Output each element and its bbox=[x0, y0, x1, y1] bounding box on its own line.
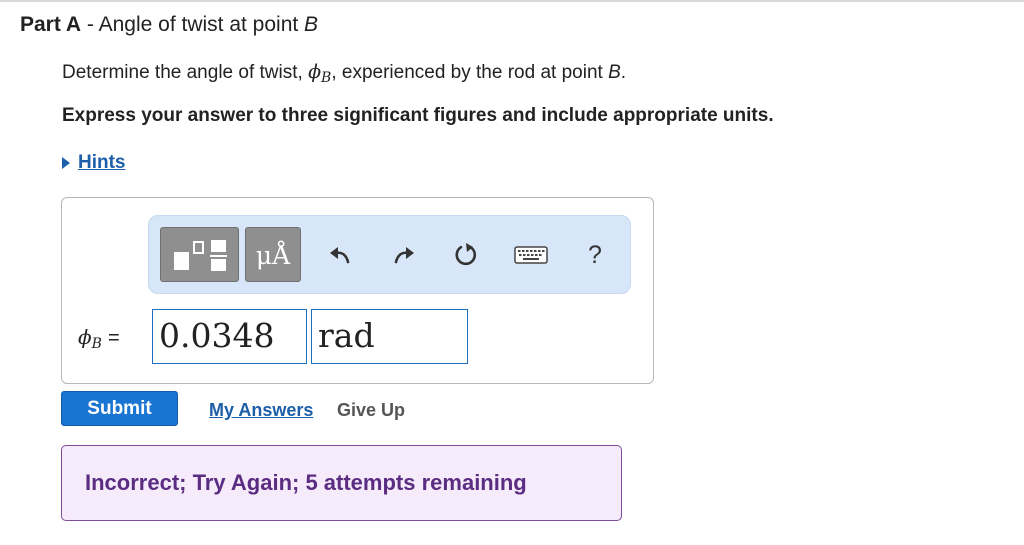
instruction-text: Express your answer to three significant… bbox=[62, 105, 774, 126]
caret-right-icon bbox=[62, 157, 70, 169]
templates-button[interactable] bbox=[160, 227, 239, 282]
reset-button[interactable] bbox=[449, 238, 483, 272]
undo-icon bbox=[330, 247, 350, 264]
question-end: . bbox=[620, 62, 627, 83]
math-toolbar: μÅ ? bbox=[148, 215, 631, 294]
units-button[interactable]: μÅ bbox=[245, 227, 301, 282]
undo-button[interactable] bbox=[323, 238, 357, 272]
templates-icon bbox=[174, 240, 227, 271]
part-separator: - bbox=[81, 13, 99, 36]
feedback-message: Incorrect; Try Again; 5 attempts remaini… bbox=[61, 445, 622, 521]
question-suffix: , experienced by the rod at point bbox=[331, 62, 609, 83]
help-button[interactable]: ? bbox=[580, 238, 610, 272]
hints-link[interactable]: Hints bbox=[78, 152, 126, 174]
help-icon: ? bbox=[588, 240, 602, 269]
answer-subscript: B bbox=[91, 336, 102, 352]
part-label: Part A bbox=[20, 13, 82, 36]
redo-icon bbox=[394, 247, 414, 264]
keyboard-button[interactable] bbox=[511, 238, 551, 272]
question-symbol: ϕ bbox=[308, 61, 322, 83]
answer-units-input[interactable]: rad bbox=[311, 309, 468, 364]
give-up-link[interactable]: Give Up bbox=[337, 400, 405, 421]
question-text: Determine the angle of twist, ϕB, experi… bbox=[62, 61, 627, 86]
question-subscript: B bbox=[321, 70, 332, 86]
redo-button[interactable] bbox=[387, 238, 421, 272]
my-answers-link[interactable]: My Answers bbox=[209, 400, 313, 421]
part-title-text: Angle of twist at point bbox=[98, 13, 305, 36]
answer-value-input[interactable]: 0.0348 bbox=[152, 309, 307, 364]
question-prefix: Determine the angle of twist, bbox=[62, 62, 309, 83]
top-divider bbox=[0, 0, 1024, 2]
hints-toggle[interactable]: Hints bbox=[62, 152, 126, 174]
units-icon: μÅ bbox=[255, 241, 291, 270]
part-title-point: B bbox=[304, 13, 319, 36]
keyboard-icon bbox=[514, 246, 548, 264]
feedback-text: Incorrect; Try Again; 5 attempts remaini… bbox=[85, 470, 527, 495]
submit-button[interactable]: Submit bbox=[61, 391, 178, 426]
answer-symbol: ϕ bbox=[78, 325, 92, 349]
part-title: Part A - Angle of twist at point B bbox=[20, 13, 318, 37]
question-point: B bbox=[608, 62, 621, 83]
reset-icon bbox=[455, 243, 477, 266]
answer-variable-label: ϕB = bbox=[78, 325, 120, 352]
answer-box: μÅ ? ϕB = 0.0348 rad bbox=[61, 197, 654, 384]
equals-sign: = bbox=[107, 327, 120, 349]
